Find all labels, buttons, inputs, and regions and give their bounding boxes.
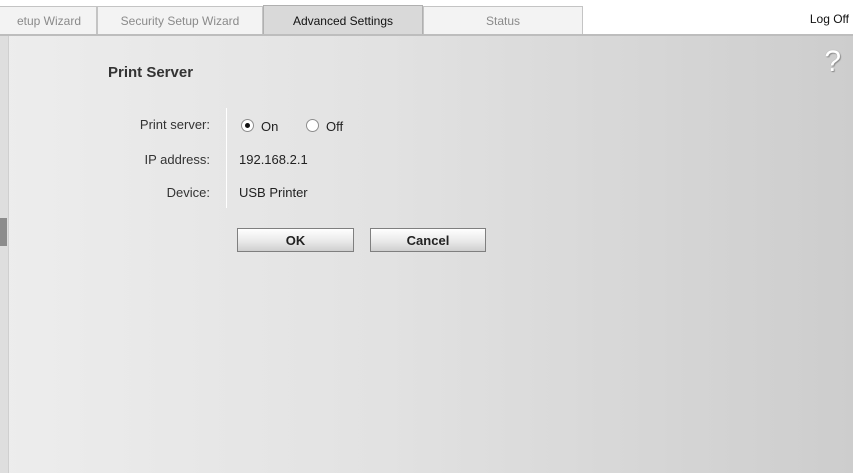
left-scroll-marker[interactable] xyxy=(0,218,7,246)
page-title: Print Server xyxy=(108,64,194,81)
device-value: USB Printer xyxy=(239,185,308,200)
tab-label: Status xyxy=(485,13,521,28)
print-server-off-radio[interactable] xyxy=(306,119,319,132)
form-divider xyxy=(226,108,227,208)
tab-label: etup Wizard xyxy=(16,13,81,28)
help-icon[interactable]: ? xyxy=(824,44,841,80)
print-server-off-label[interactable]: Off xyxy=(326,119,343,134)
app-root: etup Wizard Security Setup Wizard Advanc… xyxy=(0,0,853,473)
ip-address-label: IP address: xyxy=(144,152,210,167)
tab-advanced-settings[interactable]: Advanced Settings xyxy=(263,5,423,35)
print-server-label: Print server: xyxy=(139,117,210,132)
tab-label: Security Setup Wizard xyxy=(120,13,240,28)
tab-setup-wizard[interactable]: etup Wizard xyxy=(0,6,97,34)
content-panel xyxy=(0,36,853,473)
tab-bar: etup Wizard Security Setup Wizard Advanc… xyxy=(0,0,853,36)
radio-selected-dot xyxy=(245,123,250,128)
tab-security-setup-wizard[interactable]: Security Setup Wizard xyxy=(97,6,263,34)
tab-label: Advanced Settings xyxy=(292,13,394,28)
ip-address-value: 192.168.2.1 xyxy=(239,152,308,167)
tab-status[interactable]: Status xyxy=(423,6,583,34)
print-server-on-label[interactable]: On xyxy=(261,119,278,134)
print-server-on-radio[interactable] xyxy=(241,119,254,132)
ok-button[interactable]: OK xyxy=(237,228,354,252)
device-label: Device: xyxy=(166,185,210,200)
log-off-link[interactable]: Log Off xyxy=(810,12,849,26)
left-border xyxy=(0,36,9,473)
cancel-button[interactable]: Cancel xyxy=(370,228,486,252)
